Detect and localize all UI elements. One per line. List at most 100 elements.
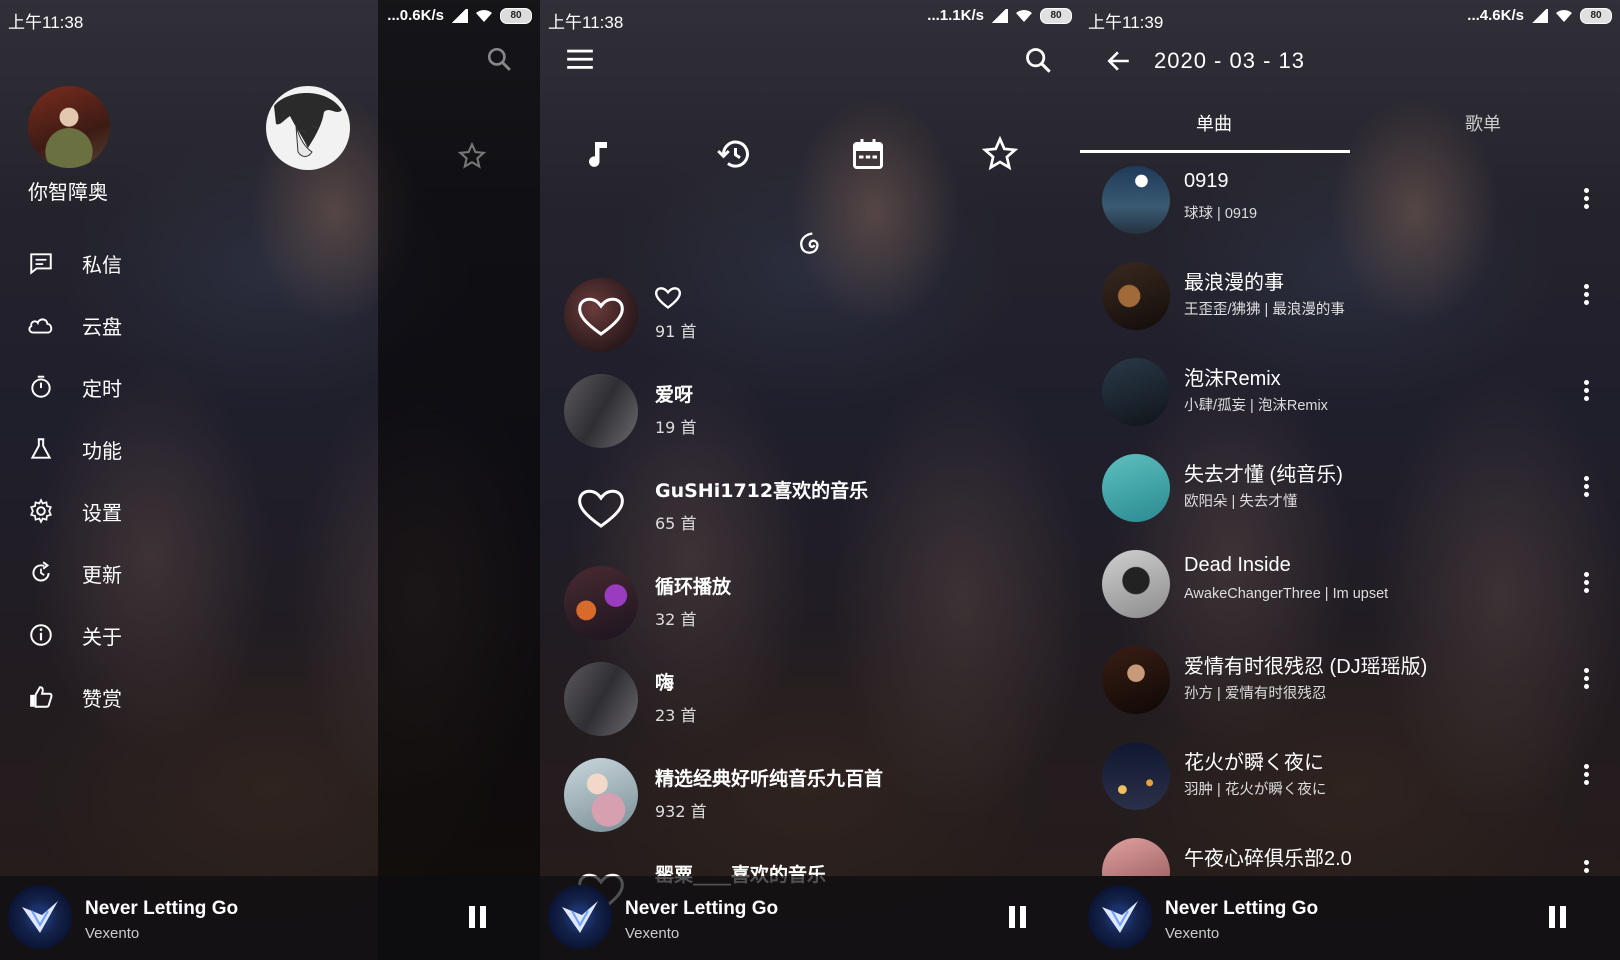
search-icon[interactable] [1024,46,1052,74]
more-options-icon[interactable] [1582,284,1590,308]
song-subtitle: 王歪歪/狒狒 | 最浪漫的事 [1184,302,1345,318]
drawer-panel: 上午11:38 ...0.6K/s 80 你智障奥 私信 云盘 定时 功能 设置… [0,0,540,960]
song-row[interactable]: 泡沫Remix 小肆/孤妄 | 泡沫Remix [1080,356,1620,452]
more-options-icon[interactable] [1582,764,1590,788]
playlist-cover [564,278,638,352]
song-list: 0919 球球 | 0919 最浪漫的事 王歪歪/狒狒 | 最浪漫的事 泡沫Re… [1080,164,1620,876]
wifi-icon [1556,9,1572,22]
track-title: Never Letting Go [625,898,779,919]
song-row[interactable]: 0919 球球 | 0919 [1080,164,1620,260]
playlist-count: 65 首 [655,514,697,533]
timer-icon [26,372,56,402]
song-subtitle: AwakeChangerThree | Im upset [1184,586,1389,602]
song-row[interactable]: 爱情有时很残忍 (DJ瑶瑶版) 孙方 | 爱情有时很残忍 [1080,644,1620,740]
search-icon[interactable] [486,46,512,72]
menu-item-donate[interactable]: 赞赏 [26,666,326,728]
song-row[interactable]: 花火が瞬く夜に 羽肿 | 花火が瞬く夜に [1080,740,1620,836]
music-note-icon[interactable] [580,136,616,172]
wifi-icon [476,9,492,22]
more-options-icon[interactable] [1582,572,1590,596]
more-options-icon[interactable] [1582,668,1590,692]
pause-button[interactable] [464,904,490,930]
more-options-icon[interactable] [1582,860,1590,876]
song-row[interactable]: 午夜心碎俱乐部2.0 [1080,836,1620,876]
playlist-name: 精选经典好听纯音乐九百首 [655,768,884,790]
netease-icon[interactable] [796,230,824,258]
menu-item-features[interactable]: 功能 [26,418,326,480]
more-options-icon[interactable] [1582,476,1590,500]
song-row[interactable]: Dead Inside AwakeChangerThree | Im upset [1080,548,1620,644]
playlist-item[interactable]: 循环播放 32 首 [552,564,1072,660]
more-options-icon[interactable] [1582,188,1590,212]
heart-icon [654,287,682,309]
mini-player[interactable]: Never Letting Go Vexento [1080,876,1620,960]
song-subtitle: 孙方 | 爱情有时很残忍 [1184,686,1327,702]
playlist-name: 爱呀 [655,384,694,406]
status-bar: 上午11:39 ...4.6K/s 80 [1080,0,1620,34]
star-icon[interactable] [458,142,486,170]
song-title: 0919 [1184,170,1229,192]
tab-indicator [1080,150,1350,153]
pause-button[interactable] [1004,904,1030,930]
user-avatar[interactable] [28,86,110,168]
song-title: 午夜心碎俱乐部2.0 [1184,848,1352,870]
playlist-item[interactable]: 爱呀 19 首 [552,372,1072,468]
anime-avatar[interactable] [266,86,350,170]
playlist-item[interactable]: 91 首 [552,276,1072,372]
song-cover [1102,646,1170,714]
battery-icon: 80 [1580,7,1612,24]
tab-playlists[interactable]: 歌单 [1465,110,1501,136]
album-art-v-icon [562,901,598,933]
menu-item-update[interactable]: 更新 [26,542,326,604]
star-icon[interactable] [982,136,1018,172]
song-title: Dead Inside [1184,554,1291,576]
album-art-v-icon [22,901,58,933]
flask-icon [26,434,56,464]
status-time: 上午11:38 [548,13,624,32]
menu-item-messages[interactable]: 私信 [26,232,326,294]
more-options-icon[interactable] [1582,380,1590,404]
hamburger-menu-icon[interactable] [566,46,594,72]
track-title: Never Letting Go [85,898,239,919]
username[interactable]: 你智障奥 [28,176,108,205]
album-art-v-icon [1102,901,1138,933]
tab-bar: 单曲 歌单 [1080,106,1620,154]
playlist-item[interactable]: 精选经典好听纯音乐九百首 932 首 [552,756,1072,852]
back-arrow-icon[interactable] [1106,48,1132,74]
song-subtitle: 羽肿 | 花火が瞬く夜に [1184,782,1327,798]
song-subtitle: 球球 | 0919 [1184,206,1258,222]
category-bar [580,136,1050,176]
heart-icon [578,297,624,336]
track-artist: Vexento [1165,925,1220,942]
menu-item-timer[interactable]: 定时 [26,356,326,418]
mini-player[interactable]: Never Letting Go Vexento [540,876,1080,960]
calendar-icon[interactable] [850,136,886,172]
song-row[interactable]: 失去才懂 (纯音乐) 欧阳朵 | 失去才懂 [1080,452,1620,548]
song-cover [1102,358,1170,426]
playlist-count: 19 首 [655,418,697,437]
page-title: 2020 - 03 - 13 [1154,48,1305,73]
menu-item-settings[interactable]: 设置 [26,480,326,542]
drawer-menu: 私信 云盘 定时 功能 设置 更新 关于 赞赏 [26,232,326,728]
playlist-item[interactable]: 嗨 23 首 [552,660,1072,756]
playlist-cover [564,470,638,544]
menu-item-cloud[interactable]: 云盘 [26,294,326,356]
playlist-item[interactable]: GuSHi1712喜欢的音乐 65 首 [552,468,1072,564]
wifi-icon [1016,9,1032,22]
playlist-cover [564,374,638,448]
tab-songs[interactable]: 单曲 [1196,110,1232,136]
history-icon[interactable] [716,136,752,172]
gear-icon [26,496,56,526]
refresh-icon [26,558,56,588]
menu-item-about[interactable]: 关于 [26,604,326,666]
mini-player[interactable]: Never Letting Go Vexento [0,876,540,960]
cloud-icon [26,310,56,340]
song-title: 失去才懂 (纯音乐) [1184,464,1343,486]
track-title: Never Letting Go [1165,898,1319,919]
menu-item-label: 赞赏 [82,686,122,711]
song-subtitle: 欧阳朵 | 失去才懂 [1184,494,1298,510]
track-artist: Vexento [625,925,680,942]
pause-button[interactable] [1544,904,1570,930]
song-title: 泡沫Remix [1184,368,1281,390]
song-row[interactable]: 最浪漫的事 王歪歪/狒狒 | 最浪漫的事 [1080,260,1620,356]
